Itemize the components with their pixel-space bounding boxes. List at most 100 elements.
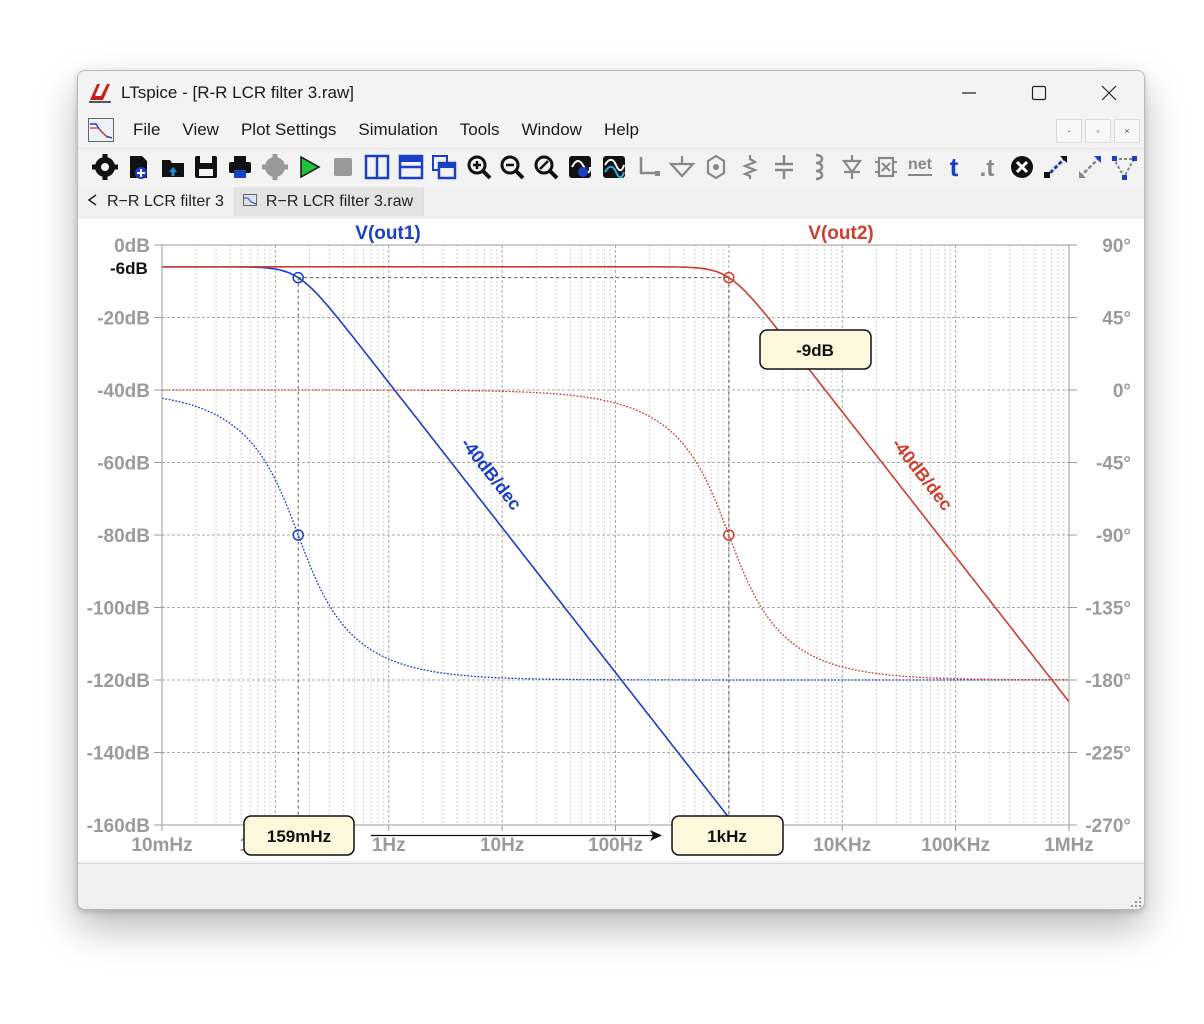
zoom-fit-icon[interactable] — [534, 155, 559, 180]
y-left-tick-label: -60dB — [97, 454, 150, 475]
spice-directive-label: .t — [980, 155, 995, 182]
ground-icon[interactable] — [668, 156, 696, 178]
horizontal-split-icon[interactable] — [398, 154, 424, 180]
status-bar — [78, 863, 1144, 909]
x-tick-label: 10KHz — [813, 835, 871, 856]
maximize-button[interactable] — [1004, 71, 1074, 115]
x-tick-label: 10Hz — [480, 835, 524, 856]
title-bar[interactable]: LTspice - [R-R LCR filter 3.raw] — [78, 71, 1144, 115]
freq-to-text: 1kHz — [707, 827, 747, 846]
menu-window[interactable]: Window — [510, 120, 592, 140]
freq-to-box: 1kHz — [671, 815, 784, 856]
y-left-tick-label: 0dB — [114, 236, 150, 257]
open-folder-icon[interactable] — [162, 160, 184, 177]
autorange-icon[interactable] — [569, 156, 591, 178]
inductor-icon[interactable] — [815, 153, 824, 181]
y-left-tick-label: -20dB — [97, 309, 150, 330]
y-right-tick-label: 45° — [1102, 309, 1131, 330]
close-button[interactable] — [1074, 71, 1144, 115]
wire-icon[interactable] — [639, 157, 660, 176]
net-icon[interactable]: net — [908, 156, 933, 176]
menu-help[interactable]: Help — [593, 120, 650, 140]
text-tool-label: t — [950, 152, 959, 182]
save-icon[interactable] — [195, 156, 217, 178]
corner-annotation-box: -9dB — [759, 329, 872, 370]
tab-schematic-label: R−R LCR filter 3 — [107, 192, 224, 210]
menu-view[interactable]: View — [171, 120, 230, 140]
menu-simulation[interactable]: Simulation — [347, 120, 448, 140]
minimize-icon — [962, 92, 976, 94]
magnitude-trace-out1[interactable] — [162, 266, 736, 826]
ltspice-window: LTspice - [R-R LCR filter 3.raw] File Vi… — [77, 70, 1145, 910]
legend-out2[interactable]: V(out2) — [808, 223, 873, 244]
x-tick-label: 10mHz — [131, 835, 192, 856]
run-icon[interactable] — [300, 155, 321, 179]
new-doc-icon[interactable] — [130, 156, 147, 179]
text-icon[interactable]: t — [950, 152, 959, 182]
legend-out1[interactable]: V(out1) — [355, 223, 420, 244]
menu-bar: File View Plot Settings Simulation Tools… — [78, 115, 1144, 145]
y-right-tick-label: -135° — [1085, 599, 1131, 620]
component-icon[interactable] — [875, 156, 897, 178]
waveform-doc-icon — [242, 193, 257, 211]
freq-from-box: 159mHz — [243, 815, 355, 856]
menu-file[interactable]: File — [122, 120, 171, 140]
label-icon[interactable] — [706, 154, 726, 180]
x-tick-label: 1Hz — [372, 835, 406, 856]
y-left-tick-label: -80dB — [97, 526, 150, 547]
vertical-split-icon[interactable] — [364, 154, 390, 180]
tab-waveform[interactable]: R−R LCR filter 3.raw — [234, 187, 425, 216]
mdi-controls: - ▫ × — [1056, 119, 1140, 143]
minimize-button[interactable] — [934, 71, 1004, 115]
y-left-tick-label: -40dB — [97, 381, 150, 402]
menu-tools[interactable]: Tools — [449, 120, 511, 140]
maximize-icon — [1031, 85, 1047, 101]
toolbar-icons: net t .t — [92, 152, 1137, 182]
y-left-tick-label: -100dB — [87, 599, 150, 620]
menu-plot-settings[interactable]: Plot Settings — [230, 120, 347, 140]
move-icon[interactable] — [1044, 155, 1068, 179]
spice-directive-icon[interactable]: .t — [980, 155, 995, 182]
zoom-out-icon[interactable] — [500, 155, 525, 180]
resize-grip-icon[interactable] — [1128, 894, 1142, 908]
diode-icon[interactable] — [841, 155, 863, 179]
waveform-icon[interactable] — [603, 156, 625, 179]
resistor-icon[interactable] — [742, 155, 758, 179]
window-title: LTspice - [R-R LCR filter 3.raw] — [121, 83, 355, 102]
tab-waveform-label: R−R LCR filter 3.raw — [265, 192, 414, 210]
close-circle-icon[interactable] — [1011, 156, 1033, 178]
y-left-tick-label: -160dB — [87, 816, 150, 837]
y-right-tick-label: 90° — [1102, 236, 1131, 257]
mdi-minimize-button[interactable]: - — [1056, 119, 1082, 143]
zoom-in-icon[interactable] — [467, 155, 492, 180]
corner-annotation-text: -9dB — [796, 341, 834, 360]
rotate-icon[interactable] — [1112, 156, 1137, 180]
tab-schematic[interactable]: R−R LCR filter 3 — [78, 187, 235, 216]
gear-icon[interactable] — [92, 154, 118, 180]
x-tick-label: 1MHz — [1044, 835, 1094, 856]
print-icon[interactable] — [229, 156, 251, 178]
plot-pane[interactable]: 10mHz100mHz1Hz10Hz100Hz1KHz10KHz100KHz1M… — [78, 219, 1144, 861]
slope-label-out2: -40dB/dec — [888, 434, 957, 514]
bode-plot[interactable]: 10mHz100mHz1Hz10Hz100Hz1KHz10KHz100KHz1M… — [78, 219, 1144, 861]
mdi-close-button[interactable]: × — [1114, 119, 1140, 143]
y-right-tick-label: -45° — [1096, 454, 1131, 475]
drag-icon[interactable] — [1079, 156, 1101, 178]
stop-icon[interactable] — [334, 158, 352, 176]
mdi-restore-button[interactable]: ▫ — [1085, 119, 1111, 143]
x-tick-label: 100KHz — [921, 835, 990, 856]
capacitor-icon[interactable] — [775, 155, 793, 179]
halt-gear-icon[interactable] — [262, 154, 288, 180]
add-plot-pane-icon[interactable] — [432, 155, 457, 180]
dc-level-label: -6dB — [110, 259, 148, 278]
y-right-tick-label: -90° — [1096, 526, 1131, 547]
y-right-tick-label: -225° — [1085, 744, 1131, 765]
x-tick-label: 100Hz — [588, 835, 643, 856]
y-right-tick-label: 0° — [1113, 381, 1131, 402]
window-controls — [934, 71, 1144, 115]
y-right-tick-label: -180° — [1085, 671, 1131, 692]
document-tabs: R−R LCR filter 3 R−R LCR filter 3.raw — [78, 187, 1144, 218]
net-label-text: net — [908, 156, 933, 173]
toolbar: net t .t — [78, 148, 1144, 185]
close-icon — [1101, 85, 1117, 101]
